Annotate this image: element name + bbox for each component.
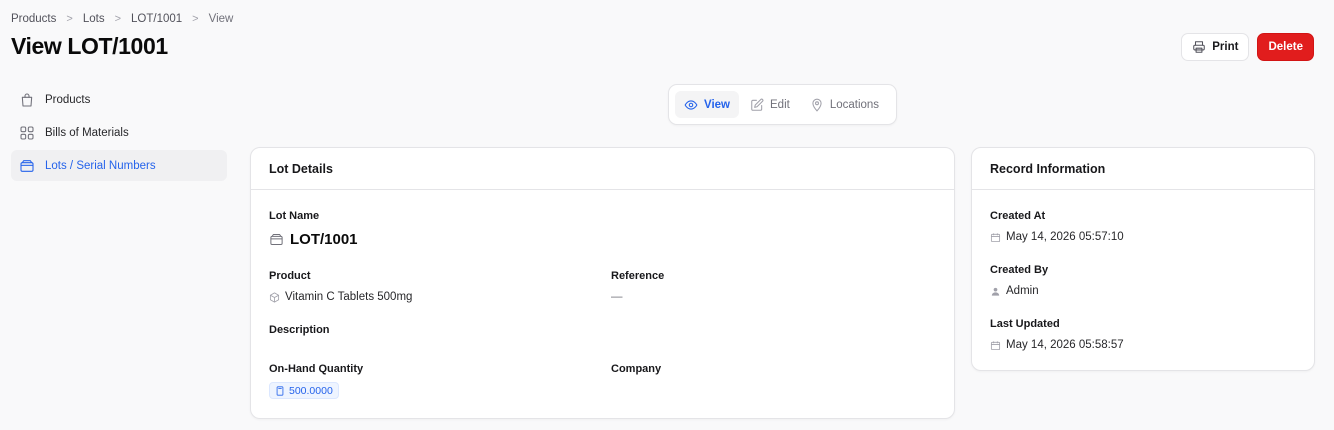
print-button-label: Print — [1212, 41, 1239, 53]
printer-icon — [1193, 41, 1206, 53]
print-button[interactable]: Print — [1181, 33, 1250, 61]
lot-name-text: LOT/1001 — [290, 231, 358, 248]
sidebar-item-label: Lots / Serial Numbers — [45, 159, 156, 172]
last-updated-label: Last Updated — [990, 318, 1060, 330]
breadcrumb-lots[interactable]: Lots — [83, 13, 105, 25]
calendar-icon — [990, 340, 1001, 350]
tab-label: View — [704, 98, 730, 111]
sidebar-item-products[interactable]: Products — [11, 84, 227, 115]
created-by-label: Created By — [990, 264, 1049, 276]
record-information-title: Record Information — [972, 148, 1314, 190]
breadcrumb-separator: > — [66, 13, 73, 25]
company-label: Company — [611, 363, 662, 375]
box-icon — [270, 234, 283, 245]
sidebar-item-label: Products — [45, 93, 91, 106]
sidebar-item-label: Bills of Materials — [45, 126, 129, 139]
product-value: Vitamin C Tablets 500mg — [269, 291, 412, 303]
tab-view[interactable]: View — [675, 91, 739, 118]
tab-label: Locations — [829, 98, 880, 111]
edit-icon — [751, 98, 764, 111]
lot-name-value: LOT/1001 — [269, 231, 358, 248]
tab-locations[interactable]: Locations — [801, 91, 888, 118]
sidebar-item-lots-serial-numbers[interactable]: Lots / Serial Numbers — [11, 150, 227, 181]
record-information-card: Record Information Created At May 14, 20… — [971, 147, 1315, 371]
last-updated-value: May 14, 2026 05:58:57 — [990, 339, 1124, 351]
breadcrumb-products[interactable]: Products — [11, 13, 56, 25]
tab-label: Edit — [770, 98, 790, 111]
created-at-value: May 14, 2026 05:57:10 — [990, 231, 1124, 243]
map-pin-icon — [812, 98, 822, 112]
product-label: Product — [269, 270, 311, 282]
header-actions: Print Delete — [1181, 33, 1314, 61]
description-label: Description — [269, 324, 330, 336]
quantity-badge: 500.0000 — [269, 382, 339, 399]
created-at-label: Created At — [990, 210, 1046, 222]
tab-edit[interactable]: Edit — [741, 91, 799, 118]
quantity-label: On-Hand Quantity — [269, 363, 364, 375]
breadcrumb-lot[interactable]: LOT/1001 — [131, 13, 182, 25]
breadcrumb-separator: > — [114, 13, 122, 25]
lot-name-label: Lot Name — [269, 210, 320, 222]
grid-icon — [20, 125, 34, 140]
product-text: Vitamin C Tablets 500mg — [285, 291, 413, 303]
created-at-text: May 14, 2026 05:57:10 — [1006, 231, 1124, 243]
breadcrumb-separator: > — [192, 13, 199, 25]
reference-value: — — [611, 291, 623, 303]
delete-button[interactable]: Delete — [1257, 33, 1314, 61]
created-by-text: Admin — [1006, 285, 1039, 297]
lot-details-title: Lot Details — [251, 148, 954, 190]
cube-icon — [269, 292, 280, 302]
calendar-icon — [990, 232, 1001, 242]
reference-label: Reference — [611, 270, 665, 282]
sidebar: Products Bills of Materials Lots / Seria… — [11, 84, 227, 183]
last-updated-text: May 14, 2026 05:58:57 — [1006, 339, 1124, 351]
lot-details-card: Lot Details Lot Name LOT/1001 Product Vi… — [250, 147, 955, 419]
box-icon — [20, 159, 34, 172]
user-icon — [991, 287, 1000, 296]
page-title: View LOT/1001 — [11, 33, 168, 59]
eye-icon — [684, 99, 698, 110]
shopping-bag-icon — [21, 92, 33, 107]
breadcrumb: Products > Lots > LOT/1001 > View — [11, 13, 233, 25]
sidebar-item-bills-of-materials[interactable]: Bills of Materials — [11, 117, 227, 148]
record-tabs: View Edit Locations — [668, 84, 897, 125]
calculator-icon — [276, 385, 284, 396]
created-by-value: Admin — [990, 285, 1039, 297]
quantity-value: 500.0000 — [289, 384, 333, 397]
breadcrumb-current: View — [208, 13, 234, 25]
